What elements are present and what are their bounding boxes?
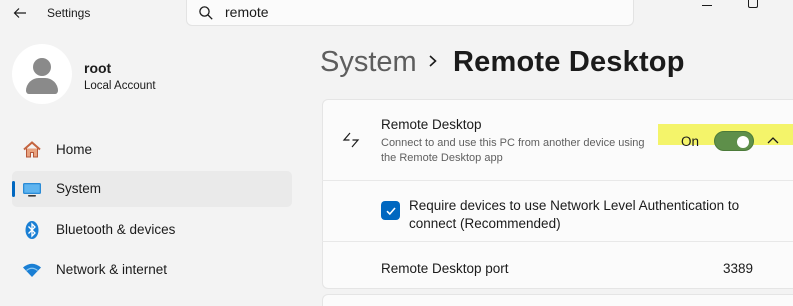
sidebar-item-label: Network & internet [56, 262, 168, 277]
nla-label: Require devices to use Network Level Aut… [409, 198, 740, 231]
selection-indicator [12, 181, 15, 197]
port-value: 3389 [723, 261, 754, 276]
chevron-up-icon[interactable] [766, 135, 780, 145]
back-button[interactable] [8, 2, 32, 24]
maximize-button[interactable] [748, 0, 758, 8]
search-input[interactable] [225, 2, 605, 22]
search-icon [199, 6, 213, 20]
chevron-right-icon [429, 55, 437, 67]
avatar[interactable] [12, 44, 72, 104]
toggle-state-label: On [681, 134, 700, 149]
bluetooth-icon [22, 220, 42, 240]
home-icon [22, 140, 42, 160]
port-label: Remote Desktop port [381, 261, 509, 276]
search-box[interactable] [186, 0, 634, 26]
breadcrumb-system[interactable]: System [320, 46, 417, 79]
sidebar-item-label: Home [56, 142, 93, 157]
sidebar-item-bluetooth[interactable]: Bluetooth & devices [12, 212, 292, 248]
wifi-icon [22, 260, 42, 280]
checkmark-icon [385, 206, 396, 215]
divider [322, 241, 793, 242]
page-title: Remote Desktop [453, 46, 685, 78]
nla-checkbox[interactable] [381, 201, 400, 220]
account-type: Local Account [84, 80, 156, 92]
remote-desktop-icon [342, 132, 360, 148]
app-title: Settings [47, 6, 91, 20]
back-arrow-icon [13, 8, 26, 18]
system-icon [22, 179, 42, 199]
remote-desktop-title: Remote Desktop [381, 117, 482, 132]
avatar-person-icon [33, 58, 51, 76]
sidebar-item-network[interactable]: Network & internet [12, 252, 292, 288]
user-name: root [84, 60, 112, 76]
remote-desktop-toggle[interactable] [714, 131, 754, 151]
sidebar-item-label: Bluetooth & devices [56, 222, 176, 237]
sidebar-item-label: System [56, 181, 102, 196]
remote-desktop-description: Connect to and use this PC from another … [381, 137, 645, 164]
minimize-button[interactable] [702, 0, 716, 10]
title-bar: Settings [0, 0, 793, 30]
next-card [322, 294, 793, 306]
sidebar-item-system[interactable]: System [12, 171, 292, 207]
sidebar-item-home[interactable]: Home [12, 132, 292, 168]
divider [322, 180, 793, 181]
toggle-knob [737, 136, 749, 148]
